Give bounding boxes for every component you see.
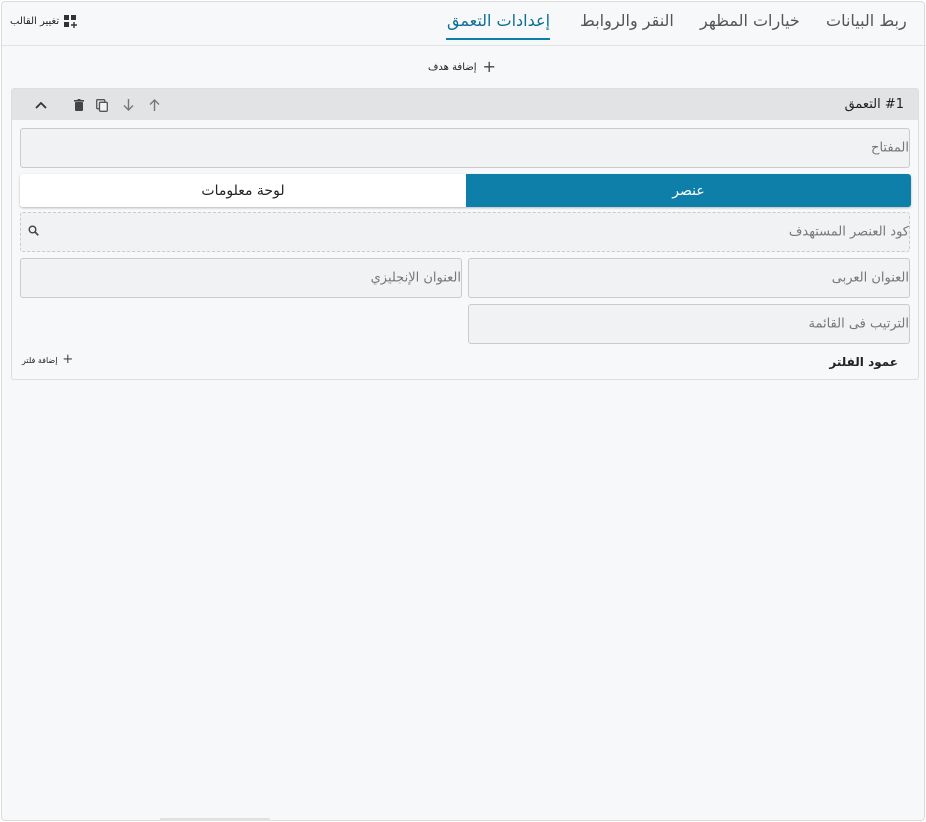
english-title-placeholder: العنوان الإنجليزي — [370, 270, 461, 286]
tab-drill-settings[interactable]: إعدادات التعمق — [447, 11, 550, 30]
drill-target-panel: #1 التعمق المفتاح عنصر لوحة معلومات كود … — [11, 88, 919, 380]
target-type-dashboard[interactable]: لوحة معلومات — [20, 174, 466, 207]
key-field-placeholder: المفتاح — [871, 140, 909, 156]
target-code-search[interactable]: كود العنصر المستهدف — [20, 212, 910, 252]
menu-order-placeholder: الترتيب فى القائمة — [808, 316, 909, 332]
tab-bar: ربط البيانات خيارات المظهر النقر والرواب… — [2, 2, 926, 46]
add-target-button[interactable]: إضافة هدف + — [428, 57, 496, 76]
add-target-label: إضافة هدف — [428, 61, 477, 73]
active-tab-indicator — [446, 38, 550, 40]
change-template-label: تغيير القالب — [10, 15, 60, 27]
add-filter-button[interactable]: إضافة فلتر + — [22, 353, 73, 367]
tab-click-links[interactable]: النقر والروابط — [580, 11, 674, 30]
change-template-button[interactable]: تغيير القالب — [10, 12, 78, 30]
search-icon — [28, 225, 39, 236]
tab-data-binding[interactable]: ربط البيانات — [826, 11, 907, 30]
panel-actions — [32, 96, 163, 114]
copy-icon[interactable] — [93, 96, 111, 114]
panel-header: #1 التعمق — [12, 89, 918, 120]
filter-column-label: عمود الفلتر — [829, 355, 898, 369]
arabic-title-placeholder: العنوان العربى — [831, 270, 909, 286]
dashboard-add-icon — [64, 14, 78, 28]
menu-order-field[interactable]: الترتيب فى القائمة — [468, 304, 910, 344]
plus-icon: + — [482, 57, 496, 76]
panel-title: #1 التعمق — [844, 97, 904, 112]
arabic-title-field[interactable]: العنوان العربى — [468, 258, 910, 298]
tab-appearance-options[interactable]: خيارات المظهر — [700, 11, 800, 30]
target-type-toggle: عنصر لوحة معلومات — [20, 174, 911, 207]
drill-settings-window: ربط البيانات خيارات المظهر النقر والرواب… — [1, 1, 926, 821]
delete-icon[interactable] — [70, 96, 88, 114]
collapse-icon[interactable] — [32, 96, 50, 114]
move-up-icon[interactable] — [145, 96, 163, 114]
target-code-placeholder: كود العنصر المستهدف — [788, 224, 909, 240]
key-field[interactable]: المفتاح — [20, 128, 910, 168]
scrollbar[interactable] — [160, 818, 270, 821]
add-filter-label: إضافة فلتر — [22, 355, 58, 365]
target-type-element[interactable]: عنصر — [466, 174, 911, 207]
english-title-field[interactable]: العنوان الإنجليزي — [20, 258, 462, 298]
plus-icon: + — [62, 352, 74, 367]
move-down-icon[interactable] — [119, 96, 137, 114]
